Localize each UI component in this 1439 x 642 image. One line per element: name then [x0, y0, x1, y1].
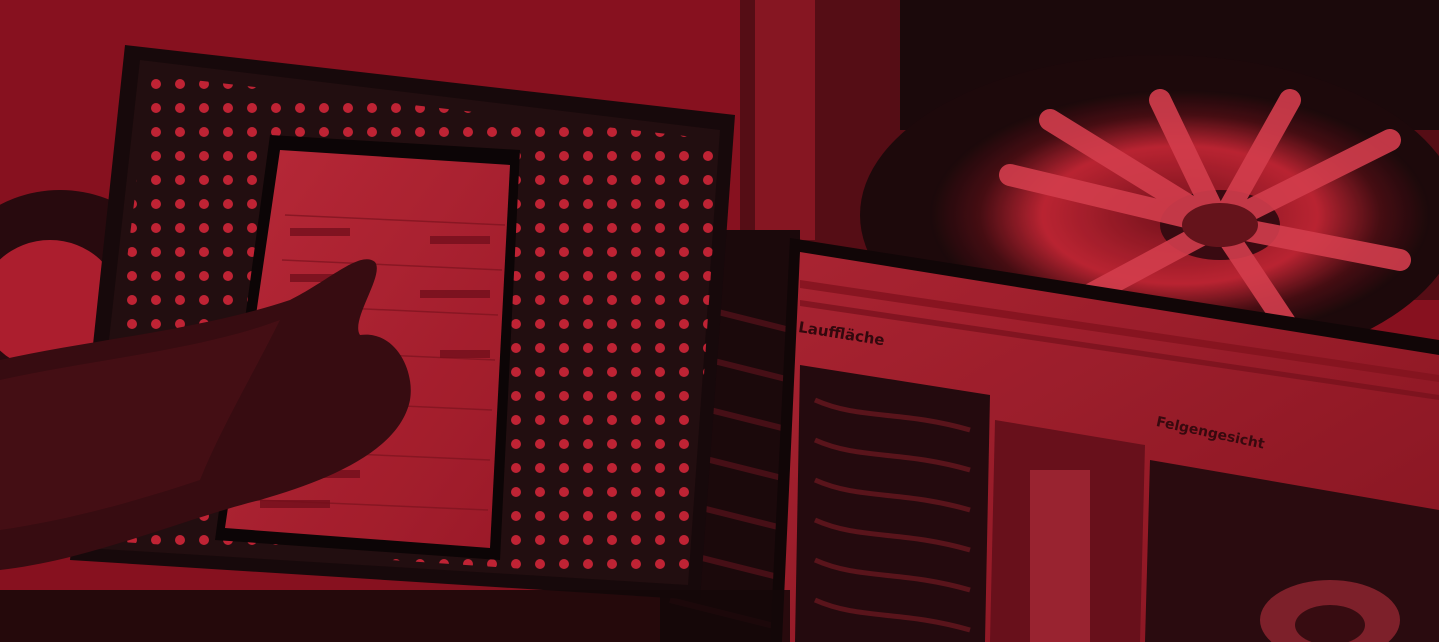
- pillar: [755, 0, 815, 240]
- photo-illustration: [0, 0, 1439, 642]
- floor-shadow: [0, 590, 790, 642]
- photo-scene: Lauffläche Felgengesicht: [0, 0, 1439, 642]
